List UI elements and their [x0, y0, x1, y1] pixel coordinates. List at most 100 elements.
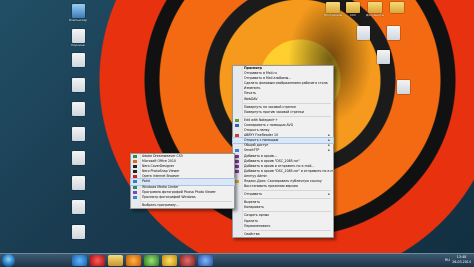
desktop-icon-label	[58, 190, 98, 194]
desktop-icon[interactable]	[58, 224, 98, 243]
desktop-icon[interactable]	[58, 175, 98, 194]
menu-item-label: ABBYY FineReader 10	[244, 133, 279, 138]
file-icon	[356, 26, 370, 40]
start-button[interactable]	[2, 254, 15, 267]
desktop-icon[interactable]	[58, 102, 98, 120]
desktop-icon-label	[58, 165, 98, 169]
menu-item-label: Копировать	[244, 205, 264, 210]
menu-item-label: Windows Media Center	[142, 184, 179, 189]
menu-item-label: Добавить в архив "DSC_2085.rar" и отправ…	[244, 168, 333, 173]
desktop-icon[interactable]	[363, 50, 403, 68]
menu-item-label: Изменить	[244, 86, 261, 91]
menu-separator	[243, 198, 331, 200]
menu-item-label: Просмотр фотографий Windows	[142, 194, 196, 199]
taskbar-app-icon[interactable]	[144, 255, 159, 266]
menu-item-label: Добавить в архив "DSC_2085.rar"	[244, 158, 300, 163]
tray-language[interactable]: RU	[445, 258, 450, 262]
menu-item-label: Яндекс.Диск: Скопировать публичную ссылк…	[244, 178, 322, 183]
menu-item-label: Общий доступ	[244, 143, 269, 148]
file-icon	[71, 28, 85, 43]
context-menu-item[interactable]: Восстановить прежнюю версию	[233, 184, 333, 189]
taskbar-app-icon[interactable]	[162, 255, 177, 266]
taskbar-app-icon[interactable]	[198, 255, 213, 266]
menu-item-label: Просмотр	[244, 66, 262, 70]
desktop-icon[interactable]: Корзина	[58, 28, 98, 47]
menu-item-label: Создать ярлык	[244, 213, 270, 218]
menu-item-label: Edit with Notepad++	[244, 117, 278, 122]
menu-item-label: Восстановить прежнюю версию	[244, 184, 298, 189]
desktop-icon-label	[363, 64, 403, 68]
context-menu-item[interactable]: Отправить ▸	[233, 192, 333, 197]
menu-item-icon	[133, 155, 137, 158]
file-icon	[71, 102, 85, 116]
context-menu-item[interactable]: Переименовать	[233, 224, 333, 229]
menu-item-label: Microsoft Office 2010	[142, 159, 176, 164]
taskbar-explorer-icon[interactable]	[108, 255, 123, 266]
menu-item-label: SmartFTP	[244, 148, 260, 153]
menu-item-icon	[235, 159, 239, 163]
menu-item-icon	[235, 123, 239, 127]
menu-item-icon	[133, 185, 137, 189]
menu-item-label: Печать	[244, 91, 256, 96]
menu-item-label: Paint	[142, 179, 150, 184]
context-menu-item[interactable]: Повернуть против часовой стрелки	[233, 110, 333, 115]
file-icon	[71, 175, 85, 190]
menu-item-label: Добавить в архив и отправить по e-mail..…	[244, 163, 315, 168]
menu-item-label: Переименовать	[244, 223, 271, 228]
desktop-icon[interactable]: Компьютер	[58, 4, 98, 22]
taskbar-media-icon[interactable]	[126, 255, 141, 266]
menu-item-icon	[235, 179, 239, 183]
desktop-icon[interactable]	[58, 77, 98, 96]
menu-item-icon	[133, 190, 137, 194]
menu-item-icon	[235, 169, 239, 173]
file-icon	[376, 50, 390, 64]
menu-separator	[141, 200, 232, 202]
open-with-submenu: Adobe Dreamweaver CS5 Microsoft Office 20…	[130, 153, 235, 209]
desktop-icon[interactable]	[373, 26, 413, 44]
taskbar-opera-icon[interactable]	[90, 255, 105, 266]
menu-item-icon	[133, 165, 137, 169]
menu-item-icon	[133, 160, 137, 164]
file-icon	[71, 77, 85, 92]
clock-date: 26.03.2014	[452, 260, 471, 264]
desktop-icon-label: Корзина	[71, 42, 85, 47]
menu-separator	[243, 115, 331, 117]
menu-item-icon	[235, 118, 239, 122]
menu-item-icon	[235, 149, 239, 153]
file-icon	[71, 200, 85, 214]
file-icon	[71, 53, 85, 67]
desktop-icon[interactable]	[58, 151, 98, 169]
context-menu-item[interactable]: Свойства	[233, 232, 333, 237]
context-menu: Просмотр Отправить в Mail.ru Отправить в M…	[232, 65, 334, 238]
context-menu-item[interactable]: WebDAV	[233, 97, 333, 102]
taskbar: RU 13:48 26.03.2014	[0, 253, 474, 267]
desktop-icon[interactable]	[58, 53, 98, 71]
menu-item-label: Сканировать с помощью AVG	[244, 122, 294, 127]
context-menu-item[interactable]: Копировать	[233, 205, 333, 210]
menu-item-label: Добавить в архив...	[244, 153, 277, 158]
desktop-icon[interactable]	[58, 200, 98, 218]
desktop-icon[interactable]	[377, 2, 417, 17]
clock[interactable]: 13:48 26.03.2014	[452, 255, 471, 265]
taskbar-ie-icon[interactable]	[72, 255, 87, 266]
menu-item-label: Открыть с помощью	[244, 138, 279, 143]
menu-item-label: Сделать фоновым изображением рабочего ст…	[244, 81, 328, 86]
menu-item-label: Вырезать	[244, 200, 261, 205]
desktop-icon-label	[373, 40, 413, 44]
menu-item-label: Ammyy Admin	[244, 173, 268, 178]
taskbar-app-icon[interactable]	[180, 255, 195, 266]
menu-item-label: Открыть папку	[244, 128, 270, 133]
open-with-item[interactable]: Выбрать программу...	[131, 203, 234, 208]
menu-item-label: Повернуть против часовой стрелки	[244, 109, 304, 114]
submenu-arrow-icon: ▸	[328, 192, 330, 197]
menu-separator	[243, 102, 331, 104]
open-with-item[interactable]: Просмотр фотографий Windows	[131, 195, 234, 200]
file-icon	[71, 126, 85, 141]
file-icon	[71, 224, 85, 239]
desktop-icon[interactable]	[383, 80, 423, 98]
menu-item-label: Повернуть по часовой стрелке	[244, 104, 296, 109]
menu-item-label: WebDAV	[244, 96, 258, 101]
desktop-icon[interactable]	[58, 126, 98, 145]
menu-item-label: Nero PhotoSnap Viewer	[142, 169, 180, 174]
menu-separator	[243, 190, 331, 192]
